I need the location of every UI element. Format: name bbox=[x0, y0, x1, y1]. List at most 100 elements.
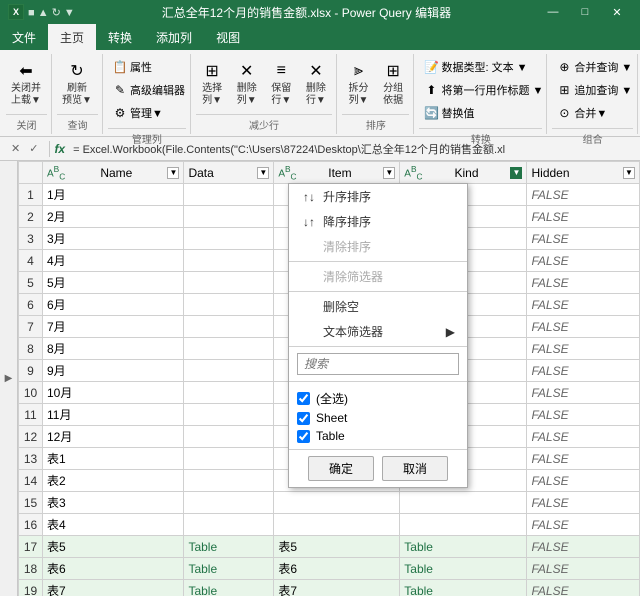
cell-data bbox=[184, 228, 274, 250]
cell-data bbox=[184, 426, 274, 448]
sort-asc-item[interactable]: ↑↓ 升序排序 bbox=[289, 184, 467, 209]
main-area: ▶ ABC Name ▼ bbox=[0, 161, 640, 596]
cell-data bbox=[184, 338, 274, 360]
maximize-btn[interactable]: □ bbox=[570, 0, 600, 24]
datatype-btn[interactable]: 📝 数据类型: 文本 ▼ bbox=[419, 56, 547, 78]
filter-btn-kind[interactable]: ▼ bbox=[510, 167, 522, 179]
minimize-btn[interactable]: — bbox=[538, 0, 568, 24]
col-header-kind[interactable]: ABC Kind ▼ bbox=[400, 162, 527, 184]
checkbox-sheet-input[interactable] bbox=[297, 412, 310, 425]
split-col-icon: ⫸ bbox=[347, 59, 371, 83]
table-row: 16表4FALSE bbox=[19, 514, 640, 536]
row-number: 17 bbox=[19, 536, 43, 558]
tab-home[interactable]: 主页 bbox=[48, 24, 96, 50]
group-close-label: 关闭 bbox=[6, 114, 47, 134]
row-number: 10 bbox=[19, 382, 43, 404]
group-by-icon: ⊞ bbox=[381, 59, 405, 83]
replace-values-btn[interactable]: 🔄 替换值 bbox=[419, 102, 547, 124]
clear-sort-item[interactable]: 清除排序 bbox=[289, 234, 467, 259]
refresh-btn[interactable]: ↻ 刷新预览▼ bbox=[57, 56, 97, 110]
table-row: 17表5Table表5TableFALSE bbox=[19, 536, 640, 558]
remove-rows-btn[interactable]: ✕ 删除行▼ bbox=[300, 56, 333, 110]
tab-addcol[interactable]: 添加列 bbox=[144, 24, 204, 50]
tab-view[interactable]: 视图 bbox=[204, 24, 252, 50]
cell-hidden: FALSE bbox=[527, 228, 640, 250]
checkbox-table-input[interactable] bbox=[297, 430, 310, 443]
checkbox-sheet[interactable]: Sheet bbox=[297, 409, 459, 427]
remove-cols-btn[interactable]: ✕ 删除列▼ bbox=[230, 56, 263, 110]
tab-file[interactable]: 文件 bbox=[0, 24, 48, 50]
row-number: 15 bbox=[19, 492, 43, 514]
dropdown-cancel-btn[interactable]: 取消 bbox=[382, 456, 448, 481]
cell-name: 表6 bbox=[43, 558, 184, 580]
merge-queries-btn[interactable]: ⊕ 合并查询 ▼ bbox=[552, 56, 636, 78]
keep-rows-btn[interactable]: ≡ 保留行▼ bbox=[265, 56, 298, 110]
sort-desc-icon: ↓↑ bbox=[301, 215, 317, 229]
remove-empty-item[interactable]: 删除空 bbox=[289, 294, 467, 319]
formula-icons: ✕ ✓ bbox=[4, 141, 45, 156]
checkbox-all-input[interactable] bbox=[297, 392, 310, 405]
filter-btn-name[interactable]: ▼ bbox=[167, 167, 179, 179]
select-cols-btn[interactable]: ⊞ 选择列▼ bbox=[196, 56, 229, 110]
formula-cross[interactable]: ✕ bbox=[8, 141, 23, 156]
cell-kind: Table bbox=[400, 536, 527, 558]
refresh-icon: ↻ bbox=[65, 59, 89, 83]
cell-name: 表2 bbox=[43, 470, 184, 492]
filter-btn-data[interactable]: ▼ bbox=[257, 167, 269, 179]
cell-hidden: FALSE bbox=[527, 316, 640, 338]
close-load-btn[interactable]: ⬅ 关闭并上载▼ bbox=[6, 56, 46, 110]
group-sort-label: 排序 bbox=[342, 114, 409, 134]
cell-kind bbox=[400, 514, 527, 536]
col-header-name[interactable]: ABC Name ▼ bbox=[43, 162, 184, 184]
text-filter-item[interactable]: 文本筛选器 ▶ bbox=[289, 319, 467, 344]
properties-btn[interactable]: 📋 属性 bbox=[108, 56, 189, 78]
sort-desc-item[interactable]: ↓↑ 降序排序 bbox=[289, 209, 467, 234]
close-btn[interactable]: ✕ bbox=[602, 0, 632, 24]
col-header-hidden[interactable]: Hidden ▼ bbox=[527, 162, 640, 184]
tab-transform[interactable]: 转换 bbox=[96, 24, 144, 50]
filter-btn-hidden[interactable]: ▼ bbox=[623, 167, 635, 179]
col-header-item[interactable]: ABC Item ▼ bbox=[274, 162, 400, 184]
row-number: 11 bbox=[19, 404, 43, 426]
manage-btn[interactable]: ⚙ 管理▼ bbox=[108, 102, 189, 124]
cell-data: Table bbox=[184, 536, 274, 558]
row-number: 9 bbox=[19, 360, 43, 382]
cell-hidden: FALSE bbox=[527, 382, 640, 404]
cell-data bbox=[184, 250, 274, 272]
group-by-btn[interactable]: ⊞ 分组依据 bbox=[377, 56, 410, 110]
checkbox-all[interactable]: (全选) bbox=[297, 388, 459, 409]
cell-item bbox=[274, 514, 400, 536]
row-number: 3 bbox=[19, 228, 43, 250]
formula-check[interactable]: ✓ bbox=[26, 141, 41, 156]
combine-btn[interactable]: ⊙ 合并▼ bbox=[552, 102, 636, 124]
sep2 bbox=[289, 291, 467, 292]
cell-data bbox=[184, 316, 274, 338]
checkbox-table[interactable]: Table bbox=[297, 427, 459, 445]
cell-hidden: FALSE bbox=[527, 404, 640, 426]
sidebar-toggle[interactable]: ▶ bbox=[0, 161, 18, 596]
col-header-data[interactable]: Data ▼ bbox=[184, 162, 274, 184]
submenu-arrow: ▶ bbox=[446, 325, 455, 339]
row-number: 7 bbox=[19, 316, 43, 338]
row-number: 8 bbox=[19, 338, 43, 360]
split-col-btn[interactable]: ⫸ 拆分列▼ bbox=[342, 56, 375, 110]
append-queries-btn[interactable]: ⊞ 追加查询 ▼ bbox=[552, 79, 636, 101]
advanced-editor-btn[interactable]: ✎ 高级编辑器 bbox=[108, 79, 189, 101]
filter-search-input[interactable] bbox=[297, 353, 459, 375]
merge-queries-icon: ⊕ bbox=[556, 59, 572, 75]
cell-hidden: FALSE bbox=[527, 360, 640, 382]
datatype-icon: 📝 bbox=[423, 59, 439, 75]
cell-hidden: FALSE bbox=[527, 448, 640, 470]
group-manage-cols: 📋 属性 ✎ 高级编辑器 ⚙ 管理▼ 管理列 bbox=[104, 54, 191, 134]
filter-btn-item[interactable]: ▼ bbox=[383, 167, 395, 179]
cell-hidden: FALSE bbox=[527, 514, 640, 536]
ribbon: 文件 主页 转换 添加列 视图 ⬅ 关闭并上载▼ 关闭 ↻ 刷新预览▼ bbox=[0, 24, 640, 137]
cell-data bbox=[184, 404, 274, 426]
dropdown-ok-btn[interactable]: 确定 bbox=[308, 456, 374, 481]
clear-filter-item[interactable]: 清除筛选器 bbox=[289, 264, 467, 289]
cell-hidden: FALSE bbox=[527, 250, 640, 272]
use-first-row-btn[interactable]: ⬆ 将第一行用作标题 ▼ bbox=[419, 79, 547, 101]
properties-icon: 📋 bbox=[112, 59, 128, 75]
cell-data bbox=[184, 184, 274, 206]
formula-text: = Excel.Workbook(File.Contents("C:\Users… bbox=[73, 141, 636, 157]
